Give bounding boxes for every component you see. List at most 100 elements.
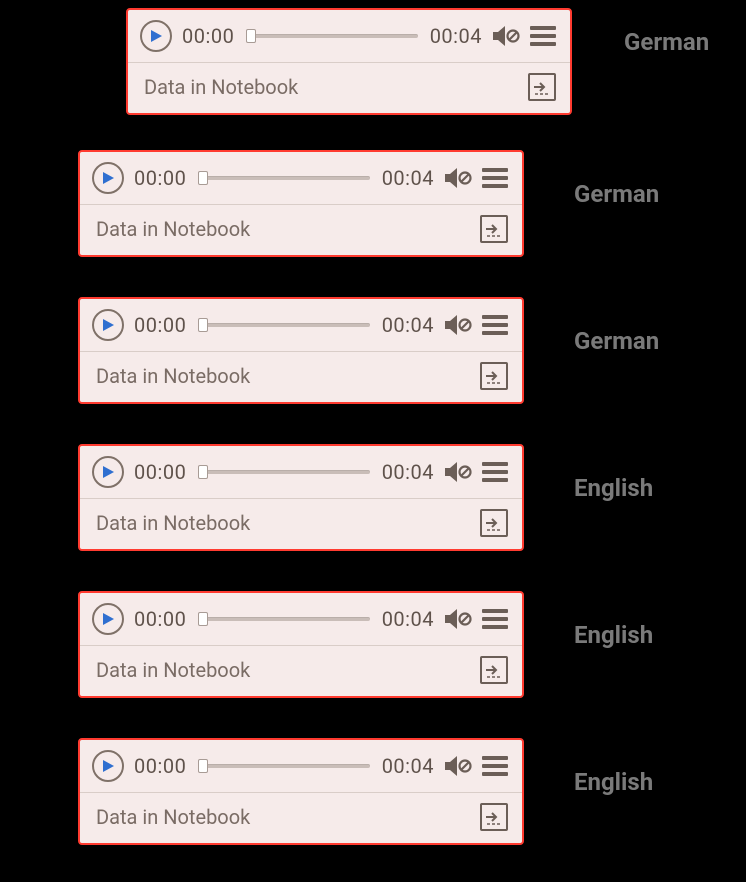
seek-rail: [198, 470, 369, 474]
options-menu-button[interactable]: [482, 607, 508, 631]
play-icon: [101, 171, 115, 185]
current-time: 00:00: [134, 460, 186, 484]
export-button[interactable]: [480, 362, 508, 390]
export-button[interactable]: [480, 215, 508, 243]
seek-thumb[interactable]: [198, 612, 208, 626]
volume-muted-icon: [444, 461, 472, 483]
language-label: German: [574, 180, 659, 208]
audio-card: 00:00 00:04: [78, 591, 524, 698]
export-button[interactable]: [528, 73, 556, 101]
mute-button[interactable]: [492, 25, 520, 47]
audio-row: 00:00 00:04: [0, 718, 746, 865]
current-time: 00:00: [134, 313, 186, 337]
play-button[interactable]: [92, 750, 124, 782]
language-label: German: [574, 327, 659, 355]
play-icon: [149, 29, 163, 43]
audio-controls: 00:00 00:04: [80, 299, 522, 351]
play-icon: [101, 612, 115, 626]
card-footer: Data in Notebook: [80, 646, 522, 696]
seek-thumb[interactable]: [198, 465, 208, 479]
notebook-label: Data in Notebook: [96, 658, 250, 682]
play-button[interactable]: [92, 456, 124, 488]
export-icon: [532, 77, 552, 97]
duration-time: 00:04: [382, 460, 434, 484]
audio-controls: 00:00 00:04: [80, 593, 522, 645]
export-button[interactable]: [480, 803, 508, 831]
options-menu-button[interactable]: [482, 313, 508, 337]
audio-row: 00:00 00:04: [0, 277, 746, 424]
audio-row: 00:00 00:04: [0, 0, 746, 130]
seek-thumb[interactable]: [198, 171, 208, 185]
seek-thumb[interactable]: [246, 29, 256, 43]
hamburger-icon: [482, 315, 508, 319]
hamburger-icon: [482, 168, 508, 172]
audio-card: 00:00 00:04: [78, 297, 524, 404]
play-icon: [101, 465, 115, 479]
current-time: 00:00: [134, 754, 186, 778]
seek-thumb[interactable]: [198, 759, 208, 773]
audio-row: 00:00 00:04: [0, 424, 746, 571]
seek-slider[interactable]: [246, 32, 417, 40]
mute-button[interactable]: [444, 314, 472, 336]
seek-slider[interactable]: [198, 468, 369, 476]
play-button[interactable]: [140, 20, 172, 52]
notebook-label: Data in Notebook: [96, 805, 250, 829]
audio-card: 00:00 00:04: [78, 150, 524, 257]
notebook-label: Data in Notebook: [96, 511, 250, 535]
seek-rail: [246, 34, 417, 38]
card-footer: Data in Notebook: [128, 63, 570, 113]
seek-rail: [198, 764, 369, 768]
hamburger-icon: [482, 756, 508, 760]
options-menu-button[interactable]: [482, 754, 508, 778]
duration-time: 00:04: [382, 313, 434, 337]
card-footer: Data in Notebook: [80, 352, 522, 402]
seek-rail: [198, 176, 369, 180]
mute-button[interactable]: [444, 608, 472, 630]
seek-slider[interactable]: [198, 762, 369, 770]
audio-controls: 00:00 00:04: [80, 152, 522, 204]
language-label: English: [574, 621, 653, 649]
play-button[interactable]: [92, 603, 124, 635]
play-icon: [101, 759, 115, 773]
language-label: German: [624, 28, 709, 56]
current-time: 00:00: [134, 166, 186, 190]
audio-controls: 00:00 00:04: [128, 10, 570, 62]
card-footer: Data in Notebook: [80, 793, 522, 843]
play-button[interactable]: [92, 309, 124, 341]
export-button[interactable]: [480, 656, 508, 684]
hamburger-icon: [482, 609, 508, 613]
play-button[interactable]: [92, 162, 124, 194]
export-button[interactable]: [480, 509, 508, 537]
hamburger-icon: [530, 26, 556, 30]
seek-slider[interactable]: [198, 615, 369, 623]
export-icon: [484, 660, 504, 680]
audio-card: 00:00 00:04: [78, 738, 524, 845]
duration-time: 00:04: [430, 24, 482, 48]
current-time: 00:00: [182, 24, 234, 48]
volume-muted-icon: [444, 608, 472, 630]
options-menu-button[interactable]: [482, 460, 508, 484]
seek-rail: [198, 323, 369, 327]
audio-row: 00:00 00:04: [0, 130, 746, 277]
volume-muted-icon: [444, 755, 472, 777]
volume-muted-icon: [492, 25, 520, 47]
audio-card: 00:00 00:04: [78, 444, 524, 551]
seek-slider[interactable]: [198, 321, 369, 329]
duration-time: 00:04: [382, 754, 434, 778]
mute-button[interactable]: [444, 755, 472, 777]
notebook-label: Data in Notebook: [96, 217, 250, 241]
duration-time: 00:04: [382, 607, 434, 631]
options-menu-button[interactable]: [530, 24, 556, 48]
seek-slider[interactable]: [198, 174, 369, 182]
duration-time: 00:04: [382, 166, 434, 190]
mute-button[interactable]: [444, 461, 472, 483]
language-label: English: [574, 768, 653, 796]
card-footer: Data in Notebook: [80, 499, 522, 549]
mute-button[interactable]: [444, 167, 472, 189]
options-menu-button[interactable]: [482, 166, 508, 190]
seek-rail: [198, 617, 369, 621]
play-icon: [101, 318, 115, 332]
seek-thumb[interactable]: [198, 318, 208, 332]
card-footer: Data in Notebook: [80, 205, 522, 255]
audio-controls: 00:00 00:04: [80, 740, 522, 792]
